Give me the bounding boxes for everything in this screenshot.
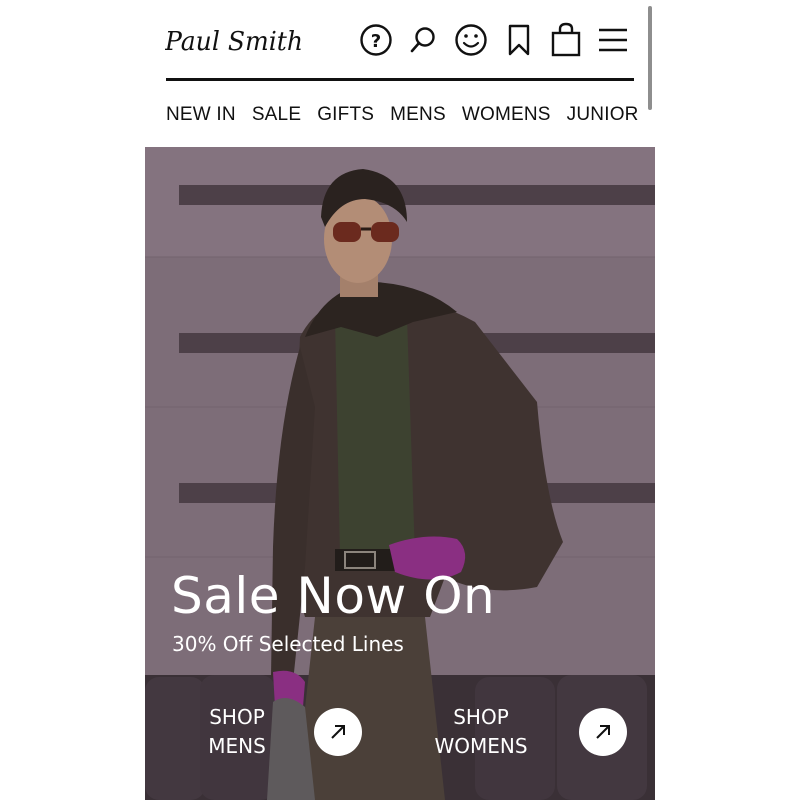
- help-icon[interactable]: ?: [358, 22, 394, 58]
- hero-banner[interactable]: Sale Now On 30% Off Selected Lines SHOP …: [145, 147, 655, 800]
- wishlist-icon[interactable]: [501, 22, 537, 58]
- site-header: Paul Smith ?: [145, 0, 655, 82]
- mobile-page: Paul Smith ? NEW IN SALE GIFTS MENS WOME…: [145, 0, 655, 800]
- account-icon[interactable]: [453, 22, 489, 58]
- svg-text:?: ?: [371, 31, 381, 52]
- svg-text:Paul Smith: Paul Smith: [165, 27, 303, 57]
- shop-womens-label: SHOP WOMENS: [423, 703, 539, 761]
- scrollbar[interactable]: [648, 6, 652, 110]
- nav-item-new-in[interactable]: NEW IN: [166, 104, 236, 128]
- paul-smith-logo[interactable]: Paul Smith: [165, 22, 307, 60]
- hero-title: Sale Now On: [171, 567, 496, 625]
- nav-item-womens[interactable]: WOMENS: [462, 104, 551, 128]
- nav-item-mens[interactable]: MENS: [390, 104, 446, 128]
- search-icon[interactable]: [405, 22, 441, 58]
- arrow-up-right-icon[interactable]: [314, 708, 362, 756]
- shop-mens-line2: MENS: [208, 734, 266, 758]
- nav-item-sale[interactable]: SALE: [252, 104, 301, 128]
- nav-item-junior[interactable]: JUNIOR: [567, 104, 639, 128]
- shop-mens-line1: SHOP: [209, 705, 265, 729]
- header-divider: [166, 78, 634, 81]
- shop-womens-line1: SHOP: [453, 705, 509, 729]
- shop-mens-label: SHOP MENS: [201, 703, 273, 761]
- category-nav: NEW IN SALE GIFTS MENS WOMENS JUNIOR: [166, 104, 639, 128]
- shop-womens-line2: WOMENS: [434, 734, 528, 758]
- nav-item-gifts[interactable]: GIFTS: [317, 104, 374, 128]
- menu-icon[interactable]: [595, 22, 631, 58]
- hero-subtitle: 30% Off Selected Lines: [172, 632, 404, 656]
- arrow-up-right-icon[interactable]: [579, 708, 627, 756]
- shop-mens-button[interactable]: SHOP MENS: [201, 703, 362, 761]
- bag-icon[interactable]: [548, 22, 584, 58]
- shop-womens-button[interactable]: SHOP WOMENS: [423, 703, 627, 761]
